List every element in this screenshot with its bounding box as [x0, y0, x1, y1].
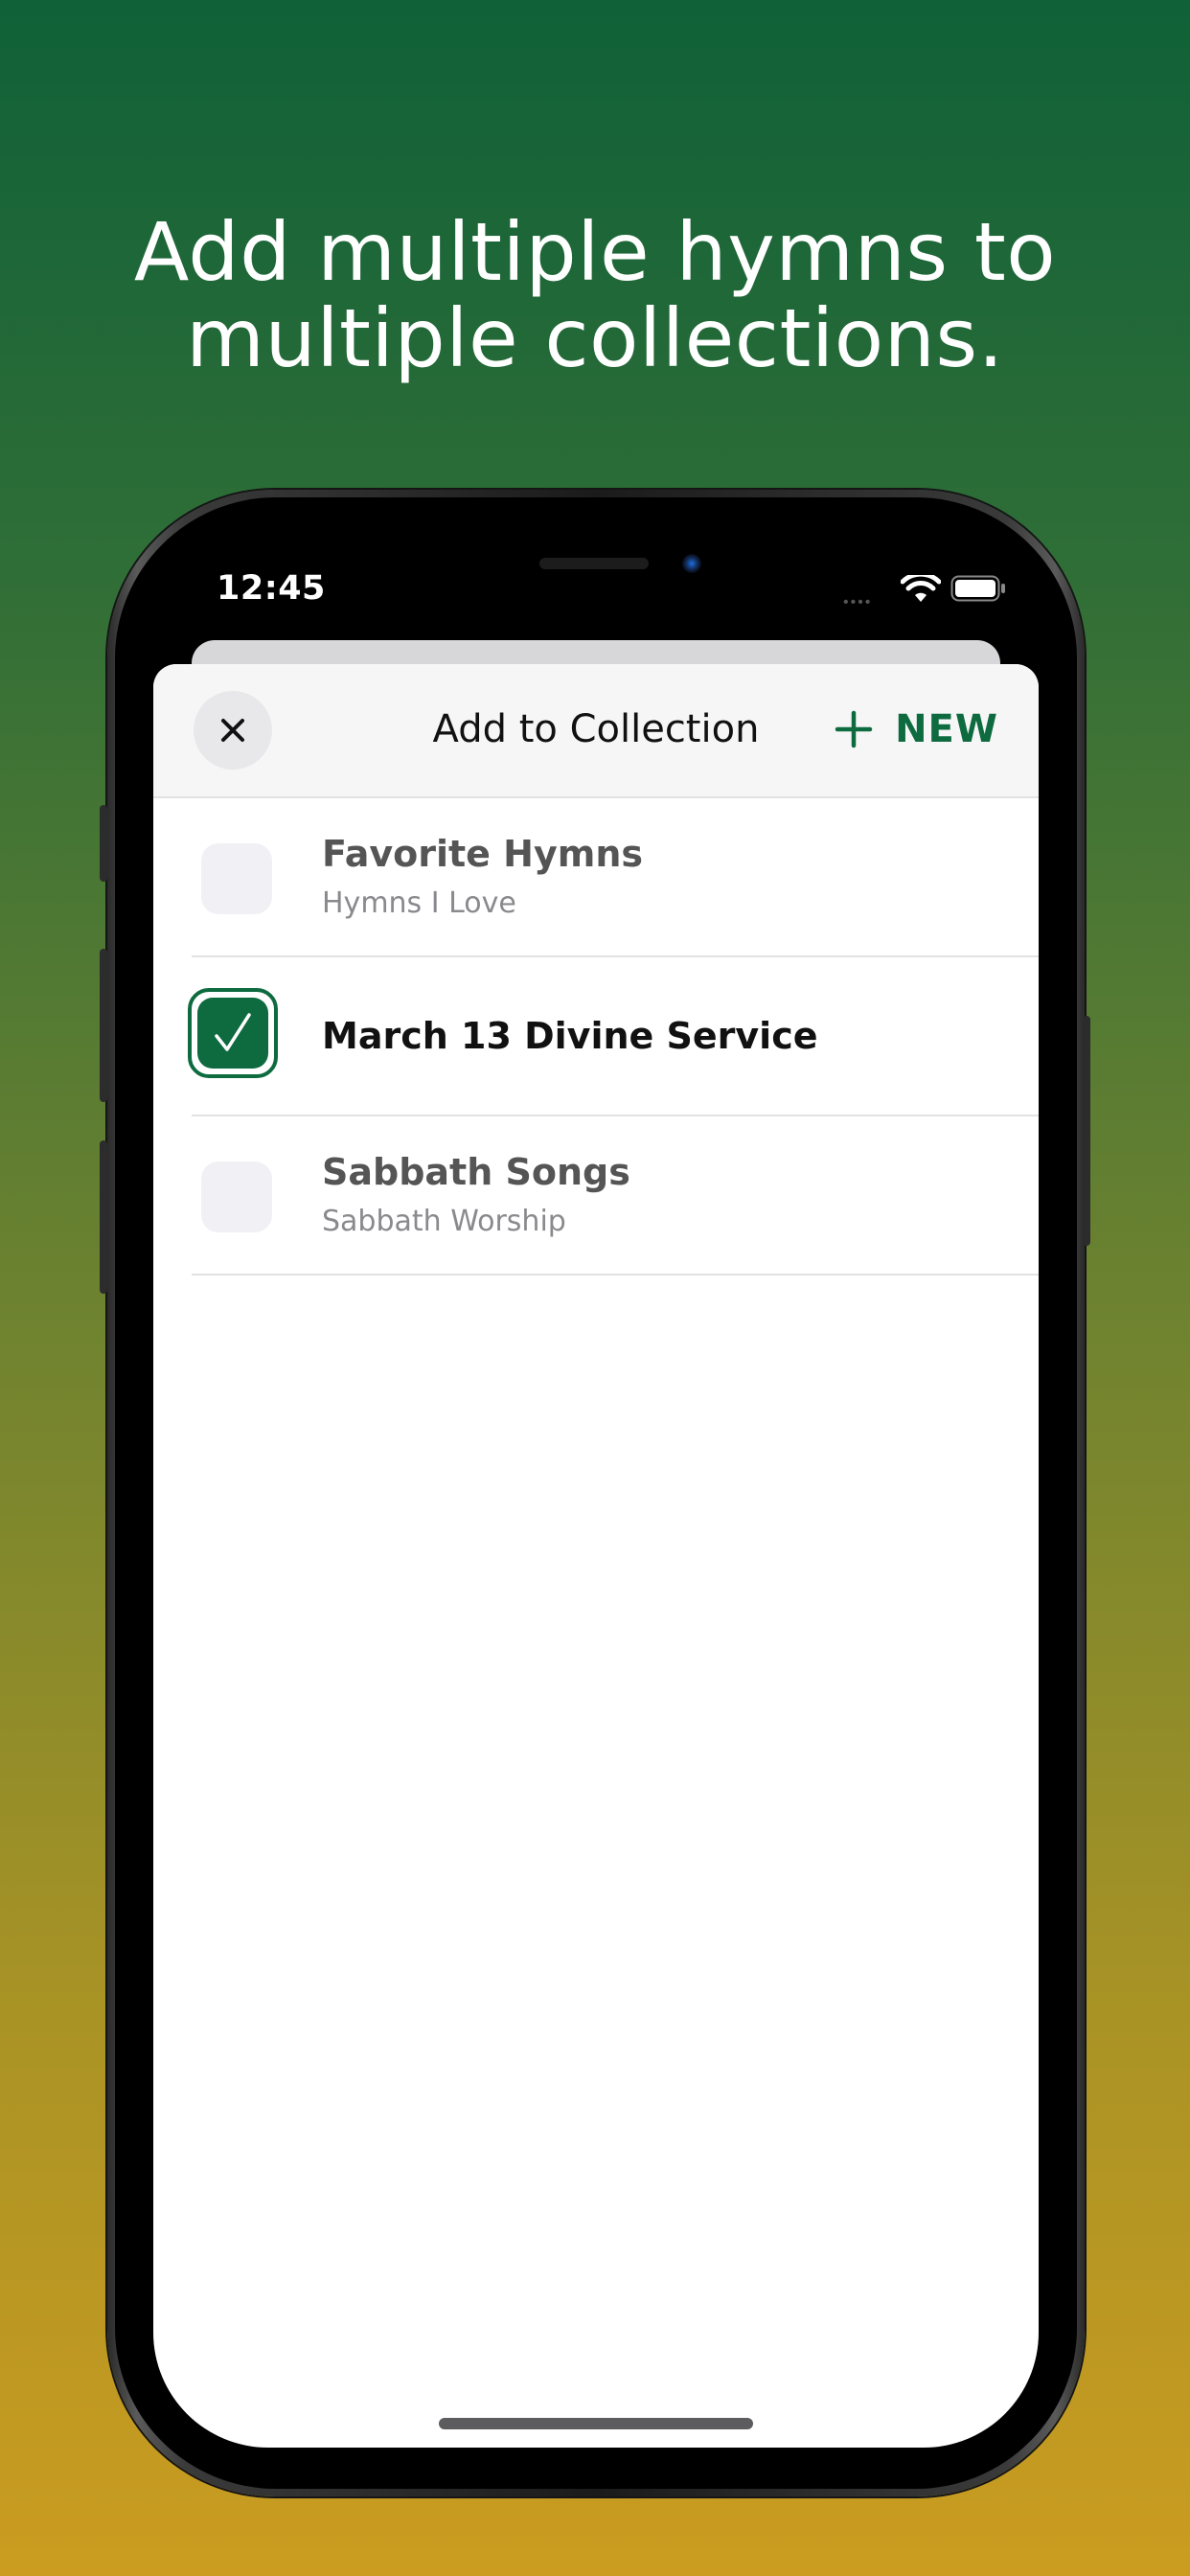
collection-row-favorite-hymns[interactable]: Favorite Hymns Hymns I Love	[153, 798, 1039, 957]
collection-row-march-13-divine-service[interactable]: March 13 Divine Service	[153, 957, 1039, 1116]
add-to-collection-sheet: Add to Collection NEW Favorite Hymns Hym…	[153, 664, 1039, 2448]
collection-subtitle: Hymns I Love	[322, 886, 516, 920]
phone-screen: 12:45 •••• Add to Collection NEW Favorit…	[153, 537, 1039, 2448]
headline-line-2: multiple collections.	[186, 291, 1004, 385]
collection-checkbox-unchecked[interactable]	[201, 1162, 272, 1232]
wifi-icon	[901, 575, 941, 602]
collection-title: Sabbath Songs	[322, 1151, 630, 1193]
new-collection-button[interactable]: NEW	[834, 702, 998, 756]
collection-list: Favorite Hymns Hymns I Love March 13 Div…	[153, 798, 1039, 1276]
new-button-label: NEW	[895, 707, 998, 751]
headline-line-1: Add multiple hymns to	[133, 205, 1057, 299]
marketing-headline: Add multiple hymns to multiple collectio…	[0, 209, 1190, 381]
collection-row-sabbath-songs[interactable]: Sabbath Songs Sabbath Worship	[153, 1116, 1039, 1276]
home-indicator[interactable]	[439, 2418, 753, 2429]
sheet-nav-bar: Add to Collection NEW	[153, 664, 1039, 798]
side-button-power	[1083, 1016, 1090, 1246]
signal-dots-icon: ••••	[843, 594, 873, 610]
checkbox-fill	[197, 998, 268, 1069]
speaker-grille	[539, 558, 649, 569]
plus-icon	[835, 710, 873, 748]
side-button-silent	[100, 805, 107, 882]
battery-icon	[950, 575, 1005, 602]
status-bar: 12:45 ••••	[153, 537, 1039, 642]
front-camera	[682, 554, 701, 573]
checkmark-icon	[215, 1013, 251, 1051]
collection-checkbox-checked[interactable]	[188, 988, 278, 1078]
collection-checkbox-unchecked[interactable]	[201, 843, 272, 914]
side-button-volume-up	[100, 949, 107, 1102]
side-button-volume-down	[100, 1140, 107, 1294]
row-divider	[192, 1274, 1039, 1276]
status-time: 12:45	[217, 569, 326, 608]
collection-title: March 13 Divine Service	[322, 1015, 818, 1057]
collection-subtitle: Sabbath Worship	[322, 1205, 566, 1238]
collection-title: Favorite Hymns	[322, 833, 644, 875]
